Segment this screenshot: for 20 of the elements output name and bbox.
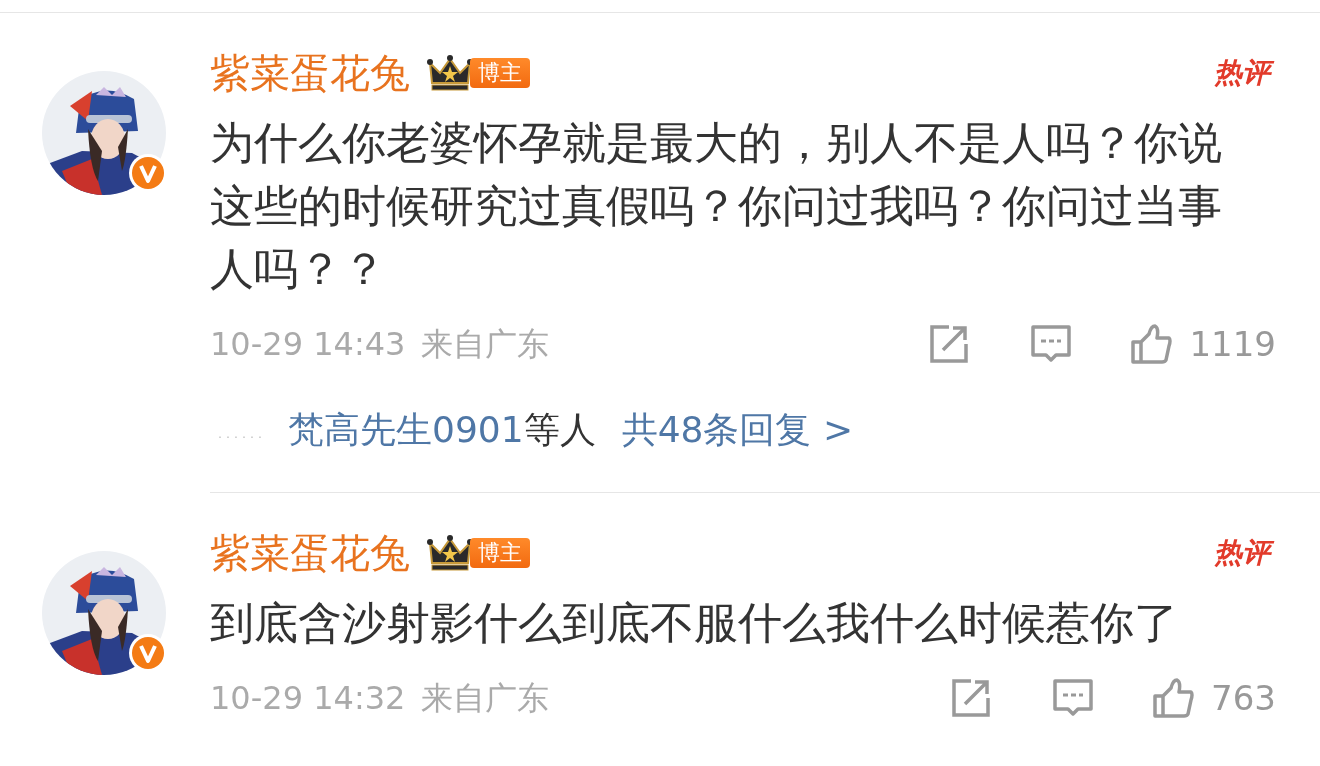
like-count: 763 xyxy=(1211,676,1276,720)
reply-author-link[interactable]: 梵高先生0901 xyxy=(288,403,524,457)
comment-text: 到底含沙射影什么到底不服什么我什么时候惹你了 xyxy=(210,596,1179,650)
comment-location: 来自广东 xyxy=(421,678,550,719)
reply-suffix: 等人 xyxy=(523,408,596,452)
username[interactable]: 紫菜蛋花兔 xyxy=(210,53,410,93)
username[interactable]: 紫菜蛋花兔 xyxy=(210,533,410,573)
comment-time: 10-29 14:32 xyxy=(210,678,406,719)
role-badge: 博主 xyxy=(470,57,530,89)
ellipsis: …… xyxy=(216,415,264,446)
comment-text: 为什么你老婆怀孕就是最大的，别人不是人吗？你说这些的时候研究过真假吗？你问过我吗？你问过当事人吗？？ xyxy=(210,116,1223,296)
like-icon[interactable] xyxy=(1151,676,1196,720)
role-badge: 博主 xyxy=(470,537,530,569)
view-replies-link[interactable]: 共48条回复 > xyxy=(621,403,854,457)
like-icon[interactable] xyxy=(1129,322,1174,366)
hot-comment-label: 热评 xyxy=(1210,46,1276,100)
comment-time: 10-29 14:43 xyxy=(210,324,406,365)
comment-location: 来自广东 xyxy=(421,324,550,365)
hot-comment-label: 热评 xyxy=(1210,526,1276,580)
like-count: 1119 xyxy=(1189,322,1276,366)
